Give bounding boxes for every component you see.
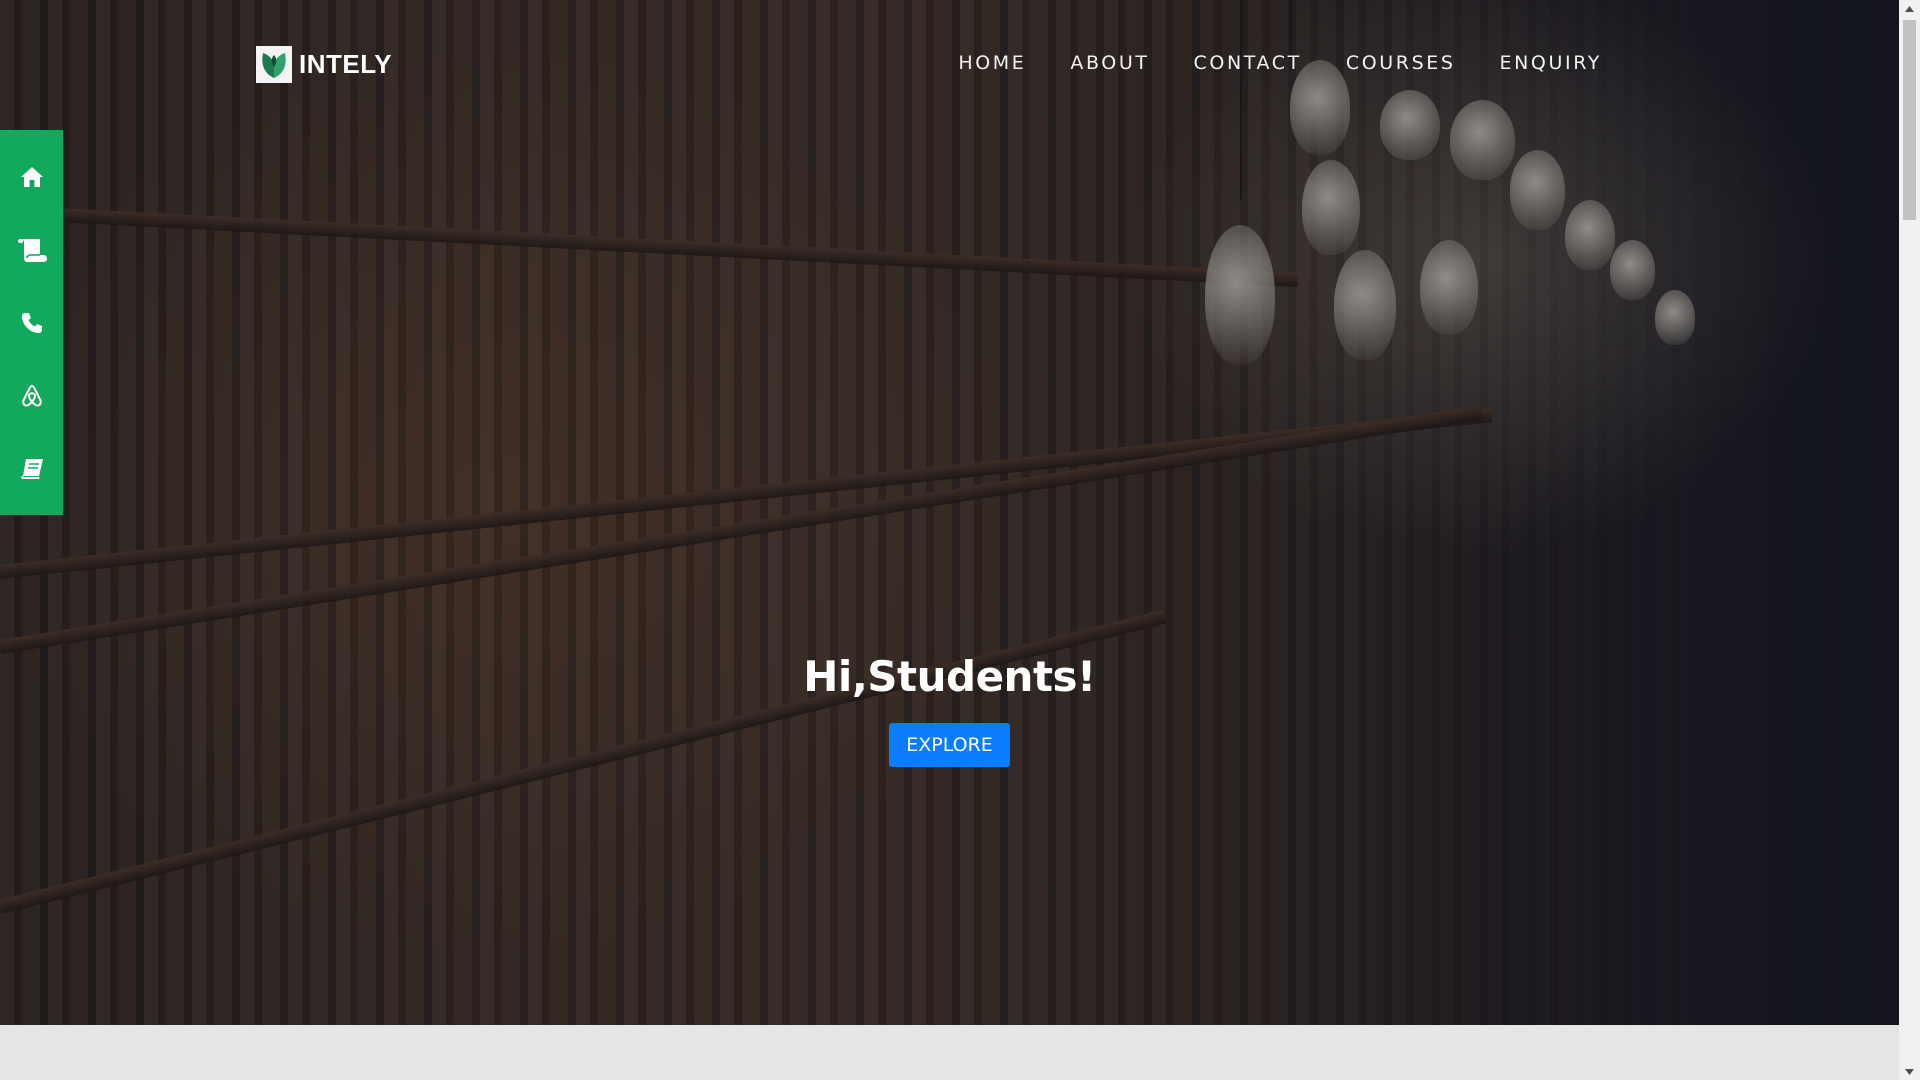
- book-icon: [20, 458, 43, 479]
- nav-about[interactable]: ABOUT: [1070, 52, 1149, 74]
- home-icon: [20, 166, 43, 187]
- sidebar-item-phone[interactable]: [0, 293, 63, 353]
- brand-logo[interactable]: INTELY: [256, 46, 392, 83]
- nav-enquiry[interactable]: ENQUIRY: [1500, 52, 1602, 74]
- nav-contact[interactable]: CONTACT: [1194, 52, 1302, 74]
- explore-button[interactable]: EXPLORE: [889, 723, 1010, 767]
- hero-section: INTELY HOME ABOUT CONTACT COURSES ENQUIR…: [0, 0, 1899, 1025]
- scrollbar-thumb[interactable]: [1903, 20, 1916, 220]
- hero-title: Hi,Students!: [803, 652, 1096, 701]
- hero-content: Hi,Students! EXPLORE: [0, 652, 1899, 767]
- nav-courses[interactable]: COURSES: [1346, 52, 1456, 74]
- scroll-icon: [17, 238, 47, 262]
- sidebar-item-scroll[interactable]: [0, 220, 63, 280]
- sidebar-item-book[interactable]: [0, 439, 63, 499]
- scroll-down-arrow-icon[interactable]: [1899, 1063, 1920, 1080]
- sidebar-item-airbnb[interactable]: [0, 366, 63, 426]
- phone-icon: [21, 312, 42, 333]
- dark-overlay: [0, 0, 1899, 1025]
- page-scrollbar[interactable]: [1899, 0, 1920, 1080]
- leaf-book-logo-icon: [256, 46, 292, 83]
- nav-home[interactable]: HOME: [958, 52, 1026, 74]
- main-nav: HOME ABOUT CONTACT COURSES ENQUIRY: [914, 52, 1602, 74]
- airbnb-icon: [21, 384, 42, 407]
- side-nav: [0, 130, 63, 515]
- brand-name: INTELY: [299, 49, 393, 79]
- sidebar-item-home[interactable]: [0, 147, 63, 207]
- scroll-up-arrow-icon[interactable]: [1899, 0, 1920, 17]
